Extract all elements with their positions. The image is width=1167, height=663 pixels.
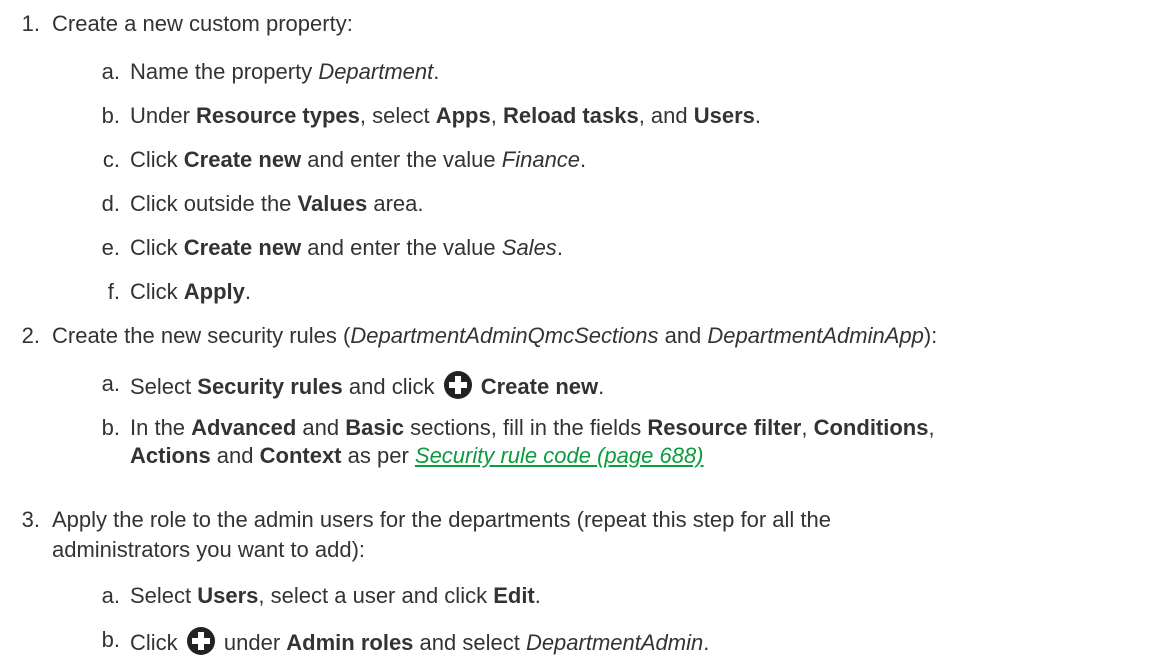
substep-text: Click under Admin roles and select Depar… xyxy=(130,626,709,663)
substep-letter: a. xyxy=(101,59,120,84)
substep-text: Click Apply. xyxy=(130,279,252,304)
step-text-cont: administrators you want to add): xyxy=(52,537,366,562)
step-number: 2. xyxy=(21,323,40,348)
substep-text: Select Users, select a user and click Ed… xyxy=(130,583,541,608)
step-number: 1. xyxy=(21,11,40,36)
substep-text: Name the property Department. xyxy=(130,59,440,84)
substep-text: Click Create new and enter the value Sal… xyxy=(130,235,563,260)
substep-letter: d. xyxy=(101,191,120,216)
step-text: Apply the role to the admin users for th… xyxy=(52,507,831,532)
substep-letter: e. xyxy=(101,235,120,260)
substep-text: Click Create new and enter the value Fin… xyxy=(130,147,587,172)
substep-letter: f. xyxy=(107,279,120,304)
step-number: 3. xyxy=(21,507,40,532)
plus-circle-icon xyxy=(186,626,216,663)
substep-letter: b. xyxy=(101,627,120,652)
substep-letter: b. xyxy=(101,415,120,440)
substep-text: In the Advanced and Basic sections, fill… xyxy=(130,415,935,468)
substep-letter: c. xyxy=(102,147,120,172)
substep-text: Under Resource types, select Apps, Reloa… xyxy=(130,103,762,128)
substep-letter: a. xyxy=(101,583,120,608)
plus-circle-icon xyxy=(443,370,473,407)
instructions-document: 1. Create a new custom property: a. Name… xyxy=(0,0,1167,655)
substep-letter: a. xyxy=(101,371,120,396)
security-rule-code-link[interactable]: Security rule code (page 688) xyxy=(415,443,704,468)
substep-letter: b. xyxy=(101,103,120,128)
step-text: Create a new custom property: xyxy=(52,11,353,36)
step-text: Create the new security rules (Departmen… xyxy=(52,323,938,348)
substep-text: Select Security rules and click Create n… xyxy=(130,370,604,407)
substep-text: Click outside the Values area. xyxy=(130,191,424,216)
